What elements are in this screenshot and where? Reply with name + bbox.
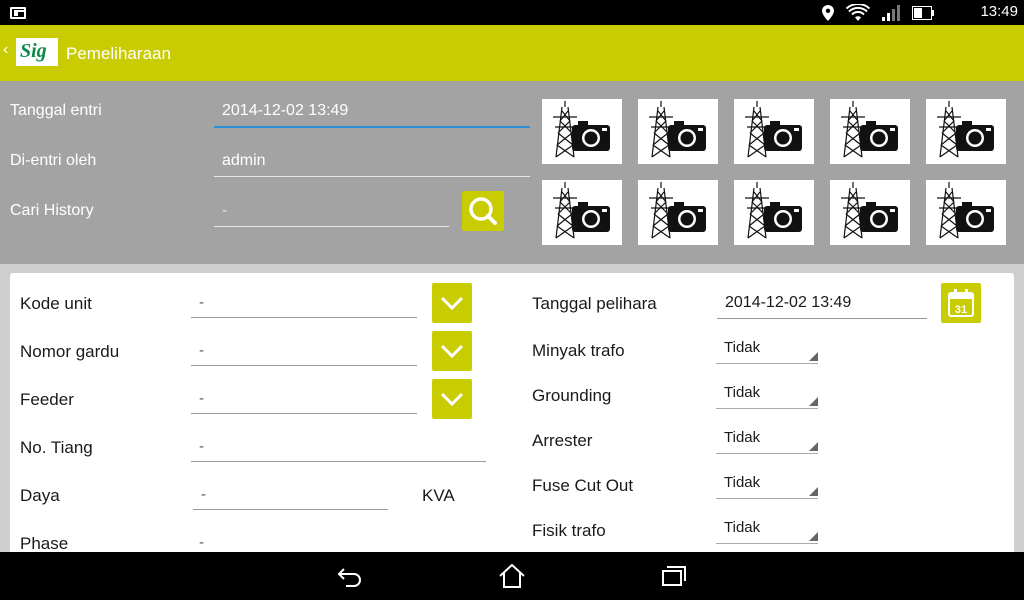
power-unit-label: KVA [422, 486, 455, 505]
search-icon [469, 197, 497, 225]
entered-by-label: Di-entri oleh [10, 152, 97, 169]
tower-camera-icon [937, 101, 994, 158]
entry-date-field[interactable]: 2014-12-02 13:49 [214, 102, 530, 128]
power-label: Daya [20, 486, 60, 505]
substation-number-dropdown-button[interactable] [432, 331, 472, 371]
photo-slot-9[interactable] [830, 180, 910, 245]
chevron-down-icon [440, 296, 464, 311]
battery-icon [912, 6, 934, 20]
trafo-physical-label: Fisik trafo [532, 521, 606, 540]
spinner-arrow-icon [809, 532, 818, 541]
tower-camera-icon [649, 101, 706, 158]
app-logo[interactable]: Sig [16, 38, 58, 66]
history-label: Cari History [10, 202, 94, 219]
tower-camera-icon [553, 182, 610, 239]
pole-number-field[interactable]: - [191, 438, 486, 462]
photo-slot-4[interactable] [830, 99, 910, 164]
chevron-down-icon [440, 392, 464, 407]
trafo-physical-value: Tidak [724, 519, 761, 536]
photo-slot-8[interactable] [734, 180, 814, 245]
grounding-value: Tidak [724, 384, 761, 401]
back-icon[interactable] [336, 564, 364, 588]
search-button[interactable] [462, 191, 504, 231]
status-bar: 13:49 [0, 0, 1024, 25]
tower-camera-icon [841, 182, 898, 239]
grounding-label: Grounding [532, 386, 612, 405]
maintenance-date-label: Tanggal pelihara [532, 294, 657, 313]
photo-slot-7[interactable] [638, 180, 718, 245]
calendar-icon: 31 [948, 289, 974, 317]
feeder-dropdown-button[interactable] [432, 379, 472, 419]
tower-camera-icon [745, 101, 802, 158]
up-navigation-icon[interactable]: ‹ [3, 41, 8, 59]
tower-camera-icon [553, 101, 610, 158]
tower-camera-icon [745, 182, 802, 239]
pole-number-label: No. Tiang [20, 438, 93, 457]
arrester-spinner[interactable]: Tidak [716, 428, 818, 454]
recents-icon[interactable] [660, 564, 688, 588]
header-panel: Tanggal entri 2014-12-02 13:49 Di-entri … [0, 81, 1024, 264]
spinner-arrow-icon [809, 487, 818, 496]
trafo-physical-spinner[interactable]: Tidak [716, 518, 818, 544]
location-icon [822, 5, 834, 21]
chevron-down-icon [440, 344, 464, 359]
history-search-input[interactable]: - [214, 202, 449, 227]
fuse-cut-out-value: Tidak [724, 474, 761, 491]
fuse-cut-out-label: Fuse Cut Out [532, 476, 634, 495]
feeder-label: Feeder [20, 390, 74, 409]
trafo-oil-spinner[interactable]: Tidak [716, 338, 818, 364]
trafo-oil-value: Tidak [724, 339, 761, 356]
photo-slot-1[interactable] [542, 99, 622, 164]
feeder-field[interactable]: - [191, 390, 417, 414]
calendar-day: 31 [955, 304, 967, 316]
substation-number-label: Nomor gardu [20, 342, 120, 361]
substation-number-field[interactable]: - [191, 342, 417, 366]
photo-slot-5[interactable] [926, 99, 1006, 164]
arrester-value: Tidak [724, 429, 761, 446]
fuse-cut-out-spinner[interactable]: Tidak [716, 473, 818, 499]
trafo-oil-label: Minyak trafo [532, 341, 625, 360]
photo-slot-10[interactable] [926, 180, 1006, 245]
unit-code-label: Kode unit [20, 294, 92, 313]
app-logo-text: Sig [20, 40, 47, 62]
spinner-arrow-icon [809, 352, 818, 361]
app-bar: ‹ Sig Pemeliharaan [0, 25, 1024, 81]
signal-icon [882, 5, 900, 21]
phase-label: Phase [20, 534, 69, 552]
navigation-bar [0, 552, 1024, 600]
page-title: Pemeliharaan [66, 44, 171, 63]
photo-slot-3[interactable] [734, 99, 814, 164]
maintenance-date-field[interactable]: 2014-12-02 13:49 [717, 294, 927, 319]
clock: 13:49 [980, 3, 1018, 20]
unit-code-field[interactable]: - [191, 294, 417, 318]
wifi-icon [846, 4, 870, 21]
calendar-button[interactable]: 31 [941, 283, 981, 323]
home-icon[interactable] [497, 563, 527, 589]
tower-camera-icon [649, 182, 706, 239]
photo-slot-2[interactable] [638, 99, 718, 164]
spinner-arrow-icon [809, 442, 818, 451]
photo-slot-6[interactable] [542, 180, 622, 245]
arrester-label: Arrester [532, 431, 593, 450]
power-field[interactable]: - [193, 486, 388, 510]
phase-field[interactable]: - [191, 534, 417, 552]
entry-date-label: Tanggal entri [10, 102, 102, 119]
entered-by-field[interactable]: admin [214, 152, 530, 177]
grounding-spinner[interactable]: Tidak [716, 383, 818, 409]
tower-camera-icon [937, 182, 994, 239]
gallery-icon [10, 7, 26, 19]
unit-code-dropdown-button[interactable] [432, 283, 472, 323]
spinner-arrow-icon [809, 397, 818, 406]
maintenance-form: Kode unit - Nomor gardu - Feeder - No. T… [10, 273, 1014, 552]
tower-camera-icon [841, 101, 898, 158]
